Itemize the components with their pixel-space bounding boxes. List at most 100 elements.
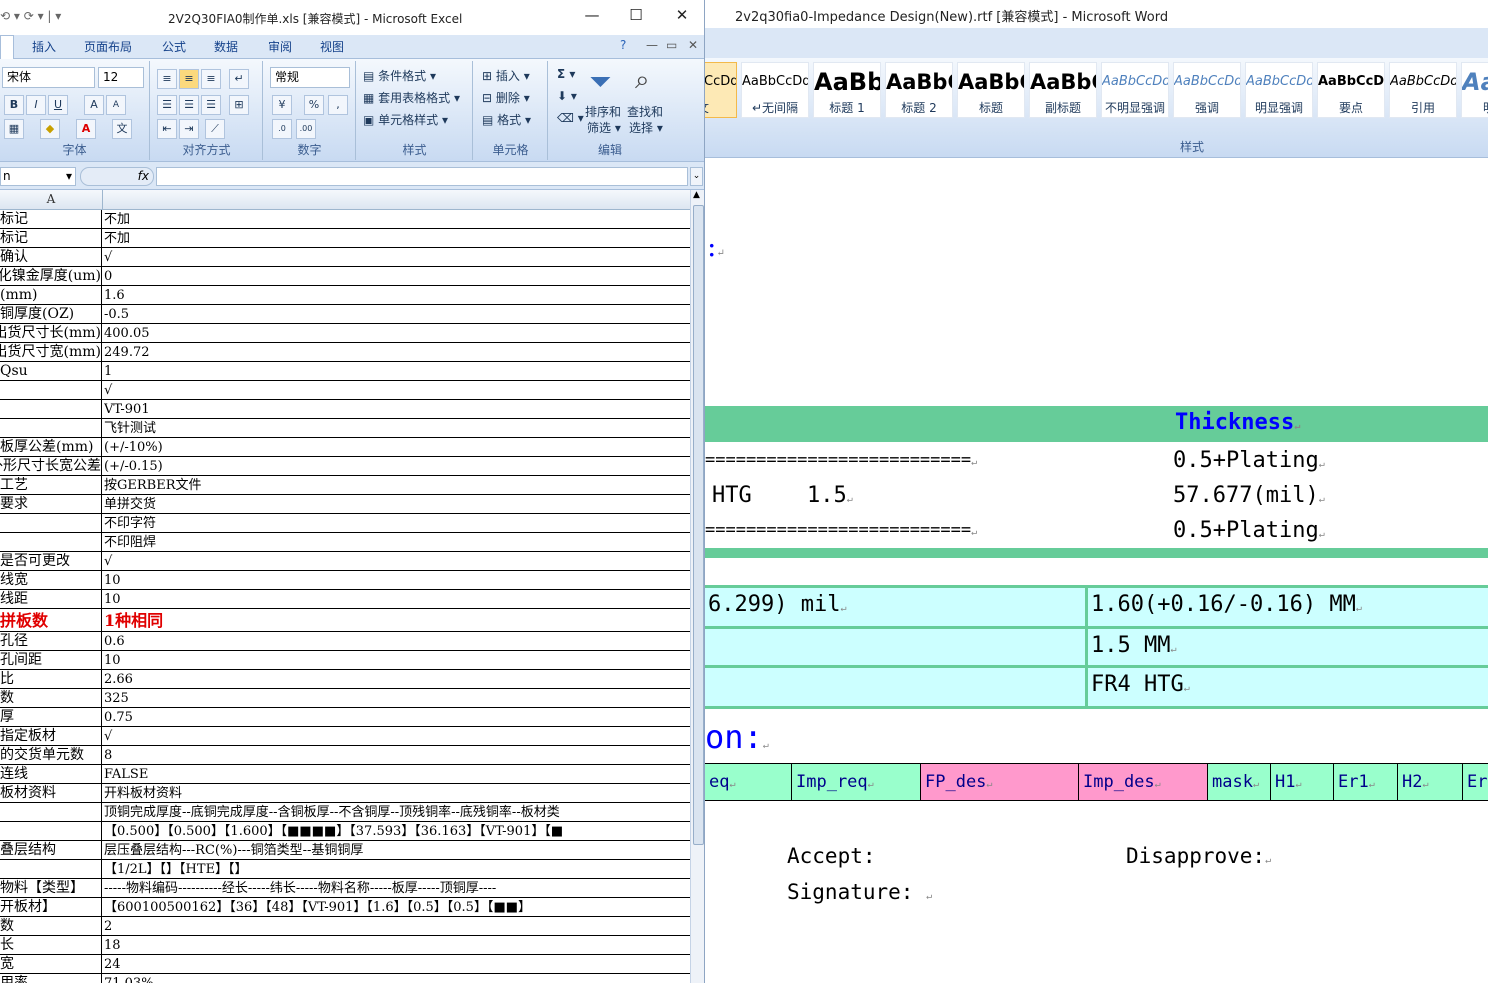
tab-review[interactable]: 审阅 — [268, 38, 292, 55]
cell-b[interactable]: 【0.500】【0.500】【1.600】【■■■■】【37.593】【36.1… — [104, 822, 690, 840]
cell-b[interactable]: 1 — [104, 362, 690, 380]
font-size-select[interactable]: 12 — [98, 67, 144, 88]
align-center-icon[interactable]: ☰ — [179, 95, 199, 115]
cell-b[interactable]: √ — [104, 381, 690, 399]
grow-font-icon[interactable]: A — [84, 95, 104, 115]
style-gallery-item[interactable]: AaBbCcDd ↵无间隔 — [741, 62, 809, 118]
cell-b[interactable]: 24 — [104, 955, 690, 973]
name-box[interactable]: n ▾ — [0, 167, 76, 186]
cell-b[interactable]: √ — [104, 248, 690, 266]
quick-access-toolbar[interactable]: ⟲ ▾ ⟳ ▾ | ▾ — [0, 9, 61, 23]
align-middle-icon[interactable]: ≡ — [179, 69, 199, 89]
style-gallery-item[interactable]: AaBbC 标题 — [957, 62, 1025, 118]
merge-center-icon[interactable]: ⊞ — [229, 95, 249, 115]
style-gallery-item[interactable]: AaBbCcDd 强调 — [1173, 62, 1241, 118]
tab-data[interactable]: 数据 — [214, 38, 238, 55]
cell-a[interactable]: 孔径 — [0, 632, 102, 650]
cell-a[interactable] — [0, 822, 102, 840]
maximize-icon[interactable]: ☐ — [624, 6, 648, 24]
style-gallery-item[interactable]: AaBbCcDd 要点 — [1317, 62, 1385, 118]
italic-icon[interactable]: I — [26, 95, 46, 115]
cell-a[interactable] — [0, 419, 102, 437]
cell-b[interactable]: 开料板材资料 — [104, 784, 690, 802]
cell-b[interactable]: 不加 — [104, 229, 690, 247]
cell-b[interactable]: 2.66 — [104, 670, 690, 688]
wrap-text-icon[interactable]: ↵ — [229, 69, 249, 89]
tab-insert[interactable]: 插入 — [32, 38, 56, 55]
cell-a[interactable]: 标记 — [0, 229, 102, 247]
increase-decimal-icon[interactable]: .0 — [272, 119, 292, 139]
name-box-dropdown-icon[interactable]: ▾ — [66, 168, 72, 185]
formula-function-icon[interactable]: fx — [80, 167, 154, 186]
style-gallery-item[interactable]: AaBbCcDd 引用 — [1389, 62, 1457, 118]
cell-a[interactable]: 开板材】 — [0, 898, 102, 916]
cell-a[interactable]: 数 — [0, 917, 102, 935]
vertical-scrollbar[interactable]: ▲ — [690, 190, 704, 983]
currency-icon[interactable]: ¥ — [272, 95, 292, 115]
cell-b[interactable]: 不印阻焊 — [104, 533, 690, 551]
cell-a[interactable]: 线距 — [0, 590, 102, 608]
cell-b[interactable]: 飞针测试 — [104, 419, 690, 437]
style-gallery-item[interactable]: AaBbC 标题 2 — [885, 62, 953, 118]
column-a-header[interactable]: A — [0, 190, 103, 209]
style-gallery-item[interactable]: AaBbCcDd 不明显强调 — [1101, 62, 1169, 118]
tab-home[interactable] — [0, 35, 14, 59]
cell-a[interactable]: 连线 — [0, 765, 102, 783]
cell-a[interactable]: 长 — [0, 936, 102, 954]
sort-filter-icon[interactable]: ⏷ — [589, 65, 611, 99]
cell-b[interactable]: 不加 — [104, 210, 690, 228]
cell-a[interactable]: 确认 — [0, 248, 102, 266]
cell-b[interactable]: 层压叠层结构---RC(%)---铜箔类型--基铜铜厚 — [104, 841, 690, 859]
cell-b[interactable]: 0.6 — [104, 632, 690, 650]
number-format-select[interactable]: 常规 — [270, 67, 350, 88]
help-icon[interactable]: ? — [620, 38, 626, 52]
style-gallery-item[interactable]: AaBbCcDd 明显强调 — [1245, 62, 1313, 118]
decrease-decimal-icon[interactable]: .00 — [296, 119, 316, 139]
conditional-format-button[interactable]: ▤ 条件格式 ▾ — [363, 67, 436, 84]
cell-a[interactable]: 宽 — [0, 955, 102, 973]
cell-a[interactable] — [0, 400, 102, 418]
cell-a[interactable]: 工艺 — [0, 476, 102, 494]
bold-icon[interactable]: B — [4, 95, 24, 115]
fill-icon[interactable]: ⬇ ▾ — [557, 89, 577, 103]
ribbon-restore-icon[interactable]: ▭ — [666, 38, 677, 52]
cell-b[interactable]: √ — [104, 552, 690, 570]
cell-a[interactable]: Qsu — [0, 362, 102, 380]
underline-icon[interactable]: U — [48, 95, 68, 115]
orientation-icon[interactable]: ⟋ — [205, 119, 225, 139]
cell-a[interactable] — [0, 533, 102, 551]
cell-a[interactable]: 标记 — [0, 210, 102, 228]
align-top-icon[interactable]: ≡ — [157, 69, 177, 89]
cell-a[interactable]: 厚 — [0, 708, 102, 726]
cell-a[interactable]: 物料【类型】 — [0, 879, 102, 897]
format-as-table-button[interactable]: ▦ 套用表格格式 ▾ — [363, 89, 460, 106]
cell-a[interactable]: 叠层结构 — [0, 841, 102, 859]
cell-a[interactable]: 拼板数 — [0, 609, 102, 631]
increase-indent-icon[interactable]: ⇥ — [179, 119, 199, 139]
align-left-icon[interactable]: ☰ — [157, 95, 177, 115]
cell-a[interactable]: 比 — [0, 670, 102, 688]
font-color-icon[interactable]: A — [76, 119, 96, 139]
cell-b[interactable]: 2 — [104, 917, 690, 935]
cell-b[interactable]: 325 — [104, 689, 690, 707]
borders-icon[interactable]: ▦ — [4, 119, 24, 139]
cell-b[interactable]: 不印字符 — [104, 514, 690, 532]
cell-b[interactable]: 10 — [104, 651, 690, 669]
cell-b[interactable]: 0 — [104, 267, 690, 285]
cell-b[interactable]: VT-901 — [104, 400, 690, 418]
cell-b[interactable]: 10 — [104, 590, 690, 608]
cell-a[interactable]: 线宽 — [0, 571, 102, 589]
decrease-indent-icon[interactable]: ⇤ — [157, 119, 177, 139]
cell-b[interactable]: FALSE — [104, 765, 690, 783]
cell-b[interactable]: 249.72 — [104, 343, 690, 361]
cell-b[interactable]: 0.75 — [104, 708, 690, 726]
cell-b[interactable]: (+/-0.15) — [104, 457, 690, 475]
percent-icon[interactable]: % — [304, 95, 324, 115]
cell-a[interactable]: 出货尺寸宽(mm) — [0, 343, 102, 361]
cell-b[interactable]: -----物料编码----------经长-----纬长-----物料名称---… — [104, 879, 690, 897]
cell-b[interactable]: 顶铜完成厚度--底铜完成厚度--含铜板厚--不含铜厚--顶残铜率--底残铜率--… — [104, 803, 690, 821]
cell-a[interactable] — [0, 514, 102, 532]
formula-input[interactable] — [156, 167, 688, 186]
align-right-icon[interactable]: ☰ — [201, 95, 221, 115]
style-gallery-item[interactable]: AaBb 标题 1 — [813, 62, 881, 118]
